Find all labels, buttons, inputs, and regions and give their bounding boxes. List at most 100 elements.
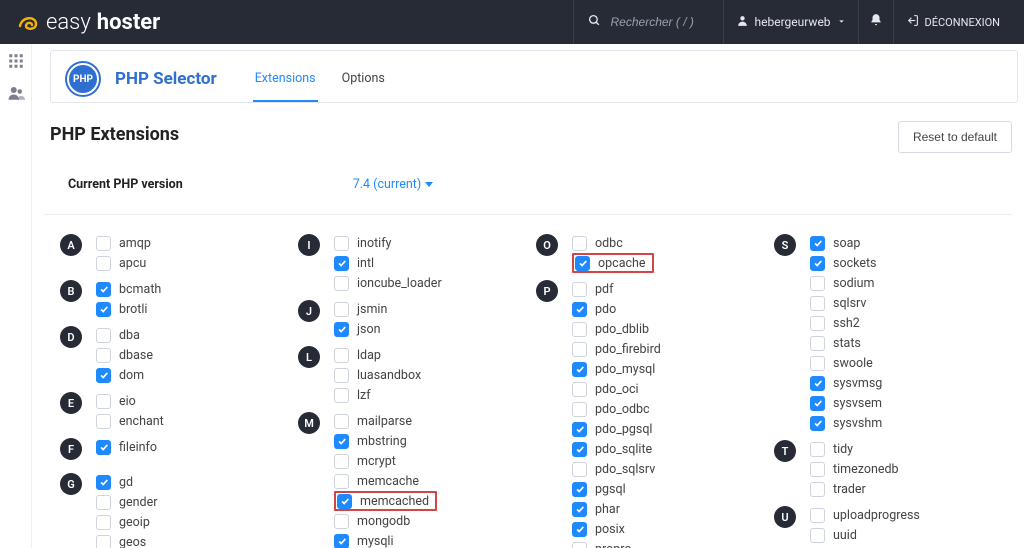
ext-checkbox[interactable] <box>96 535 111 548</box>
ext-checkbox[interactable] <box>810 356 825 371</box>
ext-checkbox[interactable] <box>334 322 349 337</box>
ext-checkbox[interactable] <box>334 474 349 489</box>
ext-item: dbase <box>96 345 153 365</box>
ext-checkbox[interactable] <box>337 494 352 509</box>
ext-checkbox[interactable] <box>810 296 825 311</box>
ext-item: swoole <box>810 353 882 373</box>
ext-checkbox[interactable] <box>96 282 111 297</box>
ext-item: uploadprogress <box>810 505 920 525</box>
ext-name: lzf <box>357 388 371 403</box>
ext-item: luasandbox <box>334 365 421 385</box>
ext-checkbox[interactable] <box>572 382 587 397</box>
main-content: PHP PHP Selector Extensions Options PHP … <box>32 44 1024 548</box>
ext-checkbox[interactable] <box>334 454 349 469</box>
ext-checkbox[interactable] <box>810 462 825 477</box>
ext-checkbox[interactable] <box>810 528 825 543</box>
ext-checkbox[interactable] <box>96 328 111 343</box>
ext-item: pdo_oci <box>572 379 661 399</box>
ext-checkbox[interactable] <box>96 368 111 383</box>
ext-checkbox[interactable] <box>334 368 349 383</box>
ext-name: mailparse <box>357 414 412 429</box>
ext-checkbox[interactable] <box>96 515 111 530</box>
ext-checkbox[interactable] <box>334 256 349 271</box>
ext-letter-group: Ppdfpdopdo_dblibpdo_firebirdpdo_mysqlpdo… <box>536 279 774 548</box>
ext-list: dbadbasedom <box>96 325 153 385</box>
ext-checkbox[interactable] <box>572 402 587 417</box>
ext-name: pdo_pgsql <box>595 422 652 437</box>
ext-checkbox[interactable] <box>572 362 587 377</box>
logout-button[interactable]: DÉCONNEXION <box>894 0 1012 44</box>
php-version-dropdown[interactable]: 7.4 (current) <box>353 177 434 192</box>
ext-checkbox[interactable] <box>810 316 825 331</box>
ext-checkbox[interactable] <box>572 522 587 537</box>
search-wrap[interactable] <box>573 0 724 44</box>
ext-checkbox[interactable] <box>96 302 111 317</box>
ext-column: Ssoapsocketssodiumsqlsrvssh2statsswooles… <box>774 233 1012 548</box>
ext-name: pdo_mysql <box>595 362 655 377</box>
ext-checkbox[interactable] <box>334 434 349 449</box>
chevron-down-icon <box>837 15 846 29</box>
tab-options[interactable]: Options <box>340 71 387 102</box>
ext-checkbox[interactable] <box>334 302 349 317</box>
ext-checkbox[interactable] <box>96 256 111 271</box>
ext-checkbox[interactable] <box>96 236 111 251</box>
ext-checkbox[interactable] <box>96 394 111 409</box>
user-menu[interactable]: hebergeurweb <box>724 0 859 44</box>
ext-checkbox[interactable] <box>572 282 587 297</box>
ext-checkbox[interactable] <box>810 276 825 291</box>
ext-checkbox[interactable] <box>572 542 587 548</box>
ext-checkbox[interactable] <box>572 302 587 317</box>
ext-checkbox[interactable] <box>334 276 349 291</box>
ext-item: eio <box>96 391 164 411</box>
ext-list: ldapluasandboxlzf <box>334 345 421 405</box>
ext-checkbox[interactable] <box>810 256 825 271</box>
ext-name: odbc <box>595 236 623 251</box>
ext-checkbox[interactable] <box>575 256 590 271</box>
notifications-button[interactable] <box>859 0 894 44</box>
ext-checkbox[interactable] <box>96 414 111 429</box>
ext-item: apcu <box>96 253 151 273</box>
brand-logo[interactable]: easyhoster <box>0 0 176 44</box>
ext-checkbox[interactable] <box>810 376 825 391</box>
letter-badge: A <box>60 234 82 256</box>
ext-checkbox[interactable] <box>810 396 825 411</box>
ext-checkbox[interactable] <box>572 442 587 457</box>
ext-checkbox[interactable] <box>572 236 587 251</box>
ext-checkbox[interactable] <box>810 416 825 431</box>
ext-checkbox[interactable] <box>334 348 349 363</box>
ext-checkbox[interactable] <box>334 414 349 429</box>
ext-checkbox[interactable] <box>96 495 111 510</box>
ext-item: pdo_odbc <box>572 399 661 419</box>
ext-name: json <box>357 322 380 337</box>
ext-name: sqlsrv <box>833 296 866 311</box>
reset-to-default-button[interactable]: Reset to default <box>898 121 1012 153</box>
ext-checkbox[interactable] <box>572 482 587 497</box>
ext-checkbox[interactable] <box>572 322 587 337</box>
ext-checkbox[interactable] <box>96 348 111 363</box>
ext-checkbox[interactable] <box>334 534 349 548</box>
ext-checkbox[interactable] <box>810 236 825 251</box>
ext-checkbox[interactable] <box>96 440 111 455</box>
ext-checkbox[interactable] <box>572 502 587 517</box>
ext-checkbox[interactable] <box>810 336 825 351</box>
ext-checkbox[interactable] <box>572 462 587 477</box>
ext-checkbox[interactable] <box>334 514 349 529</box>
ext-letter-group: Iinotifyintlioncube_loader <box>298 233 536 299</box>
users-icon[interactable] <box>7 84 25 102</box>
ext-checkbox[interactable] <box>572 422 587 437</box>
ext-list: jsmin json <box>334 299 387 339</box>
apps-grid-icon[interactable] <box>7 52 25 70</box>
tab-extensions[interactable]: Extensions <box>253 71 318 102</box>
ext-name: jsmin <box>357 302 387 317</box>
search-input[interactable] <box>609 14 709 30</box>
ext-checkbox[interactable] <box>334 388 349 403</box>
ext-checkbox[interactable] <box>810 508 825 523</box>
ext-checkbox[interactable] <box>572 342 587 357</box>
ext-checkbox[interactable] <box>810 482 825 497</box>
ext-checkbox[interactable] <box>96 475 111 490</box>
ext-name: sysvmsg <box>833 376 882 391</box>
ext-checkbox[interactable] <box>810 442 825 457</box>
ext-item: mongodb <box>334 511 437 531</box>
ext-checkbox[interactable] <box>334 236 349 251</box>
ext-name: propro <box>595 542 632 548</box>
